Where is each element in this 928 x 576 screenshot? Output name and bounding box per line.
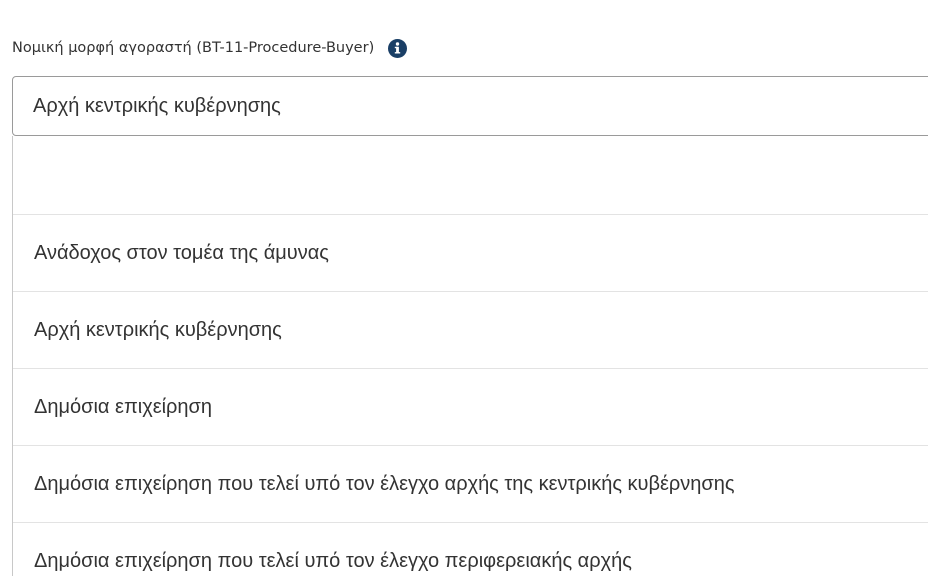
dropdown-option-empty[interactable] [13, 136, 928, 215]
dropdown-option[interactable]: Δημόσια επιχείρηση [13, 369, 928, 446]
dropdown-option[interactable]: Ανάδοχος στον τομέα της άμυνας [13, 215, 928, 292]
field-label: Νομική μορφή αγοραστή (BT-11-Procedure-B… [12, 40, 375, 56]
selected-value: Αρχή κεντρικής κυβέρνησης [33, 94, 281, 117]
field-label-row: Νομική μορφή αγοραστή (BT-11-Procedure-B… [12, 36, 408, 60]
info-icon[interactable] [388, 38, 408, 58]
dropdown-option[interactable]: Αρχή κεντρικής κυβέρνησης [13, 292, 928, 369]
buyer-legal-type-select[interactable]: Αρχή κεντρικής κυβέρνησης [12, 76, 928, 136]
dropdown-options-list[interactable]: Ανάδοχος στον τομέα της άμυνας Αρχή κεντ… [12, 136, 928, 576]
dropdown-option[interactable]: Δημόσια επιχείρηση που τελεί υπό τον έλε… [13, 523, 928, 576]
dropdown-option[interactable]: Δημόσια επιχείρηση που τελεί υπό τον έλε… [13, 446, 928, 523]
